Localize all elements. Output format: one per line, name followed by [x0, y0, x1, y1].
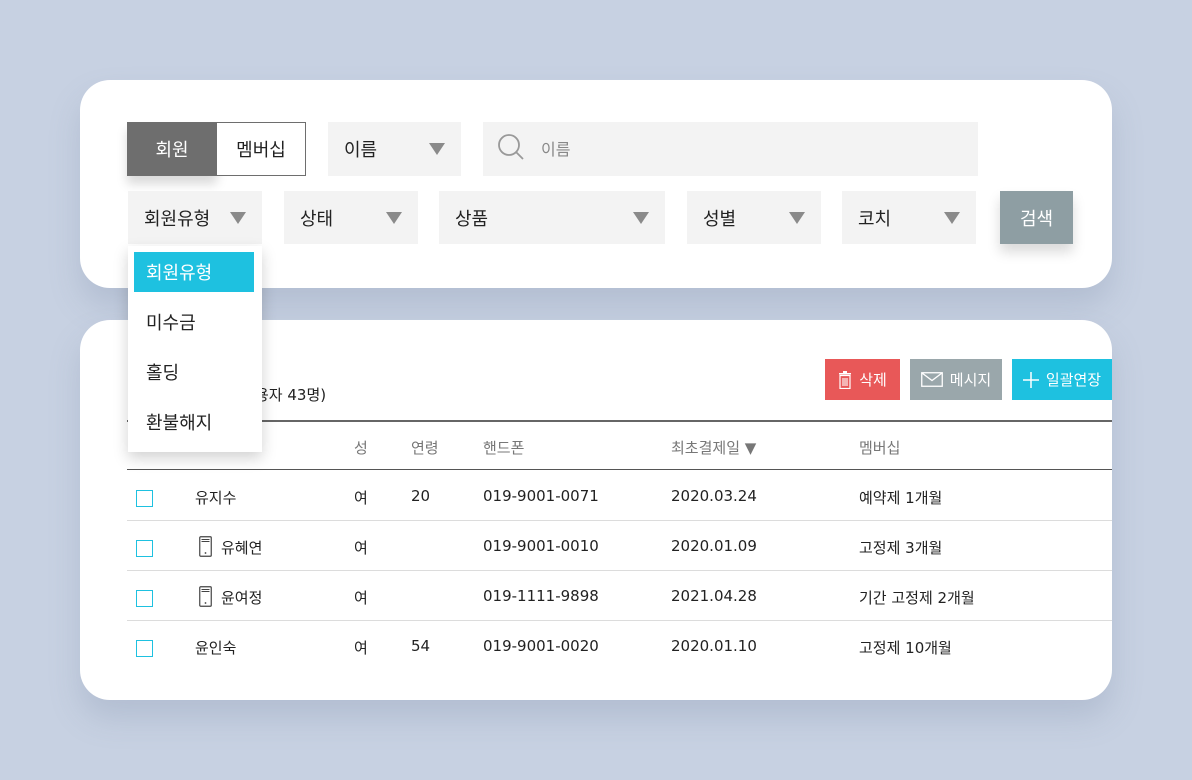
status-select[interactable]: 상태 — [284, 191, 418, 244]
column-header-membership[interactable]: 멤버십 — [859, 437, 900, 458]
gender-select[interactable]: 성별 — [687, 191, 821, 244]
toggle-member[interactable]: 회원 — [127, 122, 217, 176]
search-icon — [497, 133, 525, 165]
chevron-down-icon — [789, 211, 805, 224]
member-gender: 여 — [354, 639, 368, 657]
status-label: 상태 — [300, 208, 334, 230]
trash-icon — [839, 370, 852, 389]
dropdown-option-member-type[interactable]: 회원유형 — [134, 252, 254, 292]
product-select[interactable]: 상품 — [439, 191, 665, 244]
member-type-dropdown: 회원유형 미수금 홀딩 환불해지 — [128, 246, 262, 452]
coach-select[interactable]: 코치 — [842, 191, 976, 244]
member-first-payment: 2020.01.09 — [671, 537, 757, 555]
row-divider — [127, 520, 1112, 521]
column-header-gender[interactable]: 성 — [354, 437, 368, 458]
member-type-select[interactable]: 회원유형 — [128, 191, 262, 244]
row-checkbox[interactable] — [136, 590, 153, 607]
search-field-select[interactable]: 이름 — [328, 122, 461, 176]
bulk-extend-button[interactable]: 일괄연장 — [1012, 359, 1112, 400]
mail-icon — [920, 372, 943, 387]
message-button-label: 메시지 — [949, 371, 992, 389]
member-first-payment: 2021.04.28 — [671, 587, 757, 605]
chevron-down-icon — [429, 143, 445, 155]
column-header-phone[interactable]: 핸드폰 — [483, 437, 524, 458]
chevron-down-icon — [386, 211, 402, 224]
dropdown-option-holding[interactable]: 홀딩 — [134, 352, 254, 392]
table-header-divider — [127, 469, 1112, 470]
toggle-membership[interactable]: 멤버십 — [217, 122, 306, 176]
member-first-payment: 2020.03.24 — [671, 487, 757, 505]
mobile-phone-icon — [199, 586, 212, 611]
mobile-phone-icon — [199, 536, 212, 561]
chevron-down-icon — [944, 211, 960, 224]
row-checkbox[interactable] — [136, 490, 153, 507]
member-count: 용자 43명) — [255, 386, 327, 404]
member-phone: 019-9001-0010 — [483, 537, 599, 555]
member-name[interactable]: 윤여정 — [221, 587, 262, 608]
column-header-first-payment[interactable]: 최초결제일 ▼ — [671, 437, 756, 458]
chevron-down-icon — [633, 211, 649, 224]
row-divider — [127, 570, 1112, 571]
member-membership: 고정제 10개월 — [859, 639, 952, 657]
search-button[interactable]: 검색 — [1000, 191, 1073, 244]
column-header-age[interactable]: 연령 — [411, 437, 439, 458]
delete-button-label: 삭제 — [859, 371, 887, 389]
member-name[interactable]: 유지수 — [195, 487, 236, 508]
chevron-down-icon — [230, 211, 246, 224]
search-field-select-label: 이름 — [344, 140, 378, 161]
member-age: 20 — [411, 487, 431, 505]
member-phone: 019-9001-0020 — [483, 637, 599, 655]
search-input[interactable] — [539, 138, 943, 160]
member-gender: 여 — [354, 489, 368, 507]
member-first-payment: 2020.01.10 — [671, 637, 757, 655]
member-age: 54 — [411, 637, 431, 655]
member-membership: 기간 고정제 2개월 — [859, 589, 975, 607]
member-gender: 여 — [354, 539, 368, 557]
search-box — [483, 122, 978, 176]
member-membership: 고정제 3개월 — [859, 539, 943, 557]
member-phone: 019-1111-9898 — [483, 587, 599, 605]
row-checkbox[interactable] — [136, 540, 153, 557]
dropdown-option-unpaid[interactable]: 미수금 — [134, 302, 254, 342]
member-phone: 019-9001-0071 — [483, 487, 599, 505]
delete-button[interactable]: 삭제 — [825, 359, 900, 400]
table-top-divider — [127, 420, 1112, 422]
coach-label: 코치 — [858, 208, 892, 230]
member-gender: 여 — [354, 589, 368, 607]
member-membership: 예약제 1개월 — [859, 489, 943, 507]
bulk-extend-button-label: 일괄연장 — [1045, 371, 1102, 389]
member-membership-toggle: 회원 멤버십 — [127, 122, 306, 176]
plus-icon — [1022, 371, 1039, 388]
message-button[interactable]: 메시지 — [910, 359, 1002, 400]
row-checkbox[interactable] — [136, 640, 153, 657]
member-name[interactable]: 윤인숙 — [195, 637, 236, 658]
row-divider — [127, 620, 1112, 621]
member-name[interactable]: 유혜연 — [221, 537, 262, 558]
product-label: 상품 — [455, 208, 489, 230]
dropdown-option-refund-cancel[interactable]: 환불해지 — [134, 402, 254, 442]
member-type-label: 회원유형 — [144, 208, 211, 230]
gender-label: 성별 — [703, 208, 737, 230]
